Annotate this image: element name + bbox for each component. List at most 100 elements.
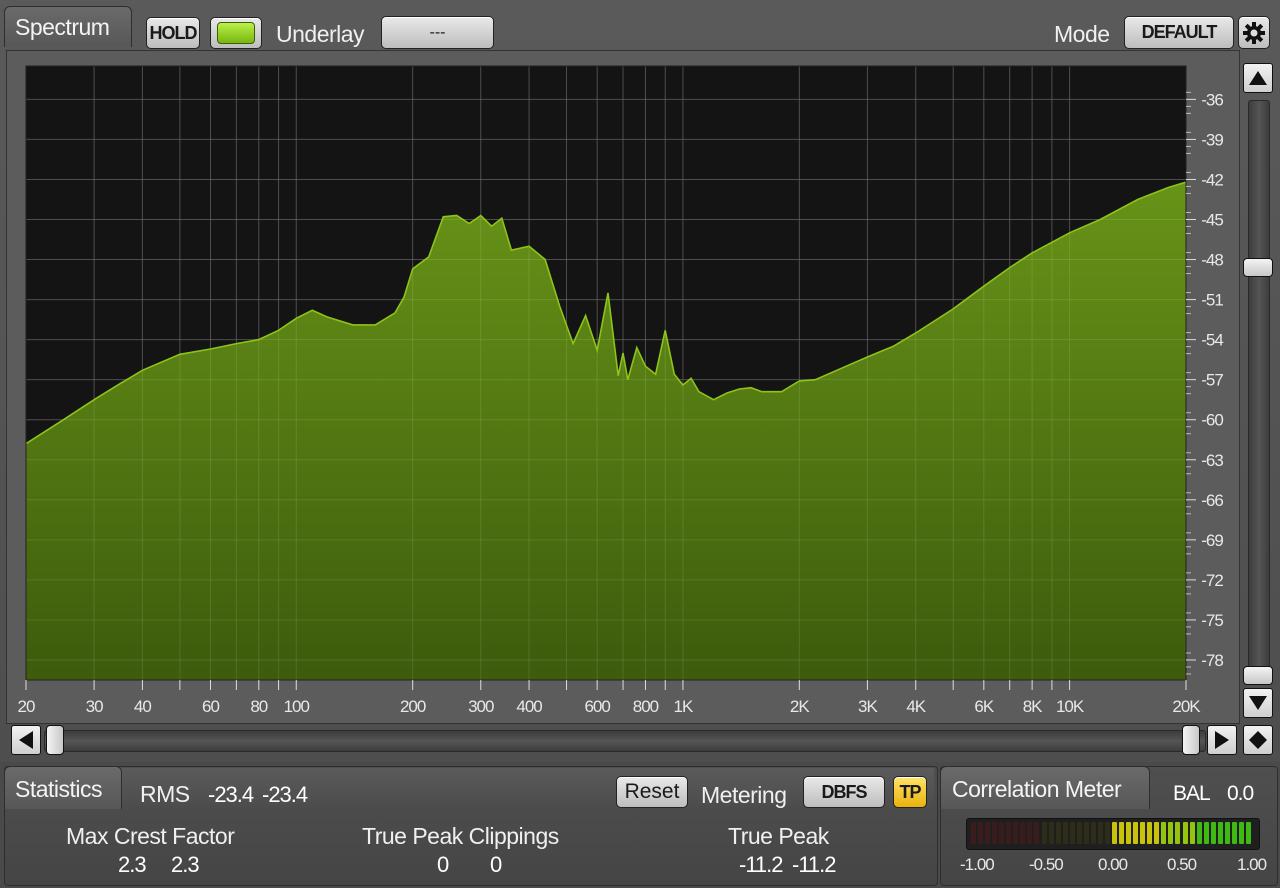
correlation-segment — [1076, 822, 1082, 844]
triangle-up-icon — [1249, 71, 1267, 85]
true-peak-label: True Peak — [728, 823, 829, 849]
true-peak-toggle[interactable]: TP — [893, 776, 927, 808]
correlation-scale-0-5: 0.50 — [1167, 855, 1197, 874]
x-tick-label: 3K — [858, 697, 878, 716]
correlation-segment — [1083, 822, 1089, 844]
correlation-segment — [1245, 822, 1251, 844]
correlation-tab[interactable]: Correlation Meter — [940, 766, 1150, 809]
correlation-segment — [1027, 822, 1033, 844]
correlation-segment — [1090, 822, 1096, 844]
correlation-segment — [1133, 822, 1139, 844]
metering-label: Metering — [701, 782, 787, 808]
correlation-tab-label: Correlation Meter — [952, 776, 1122, 802]
correlation-segment — [1069, 822, 1075, 844]
y-tick-label: -75 — [1201, 611, 1223, 630]
x-tick-label: 4K — [906, 697, 926, 716]
correlation-segment — [992, 822, 998, 844]
scroll-down-button[interactable] — [1243, 688, 1273, 718]
correlation-meter-segments — [971, 822, 1253, 844]
y-tick-label: -66 — [1201, 491, 1223, 510]
correlation-segment — [1119, 822, 1125, 844]
spectrum-plot[interactable]: -36 -39 -42 -45 -48 -51 -54 -57 -60 -63 -66 -69 -72 -… — [0, 0, 1280, 888]
true-peak-toggle-label: TP — [899, 782, 921, 802]
y-tick-label: -63 — [1201, 451, 1223, 470]
x-tick-label: 100 — [284, 697, 310, 716]
correlation-segment — [1055, 822, 1061, 844]
x-tick-label: 2K — [790, 697, 810, 716]
max-crest-right-value: 2.3 — [171, 852, 200, 877]
vertical-scroll-handle-top[interactable] — [1243, 258, 1273, 277]
metering-select-value: DBFS — [821, 782, 868, 802]
correlation-segment — [1203, 822, 1209, 844]
scroll-up-button[interactable] — [1243, 63, 1273, 93]
true-peak-clippings-left-value: 0 — [437, 852, 449, 877]
correlation-segment — [1097, 822, 1103, 844]
balance-value: 0.0 — [1227, 782, 1254, 805]
correlation-segment — [978, 822, 984, 844]
x-tick-label: 1K — [674, 697, 694, 716]
correlation-segment — [1210, 822, 1216, 844]
correlation-segment — [1034, 822, 1040, 844]
correlation-segment — [1238, 822, 1244, 844]
x-tick-label: 800 — [633, 697, 659, 716]
vertical-scroll-track[interactable] — [1248, 100, 1270, 684]
metering-select[interactable]: DBFS — [803, 776, 885, 808]
correlation-scale-minus-0-5: -0.50 — [1029, 855, 1064, 874]
horizontal-scroll-track[interactable] — [44, 730, 1206, 752]
rms-right-value: -23.4 — [262, 782, 308, 807]
correlation-scale-0: 0.00 — [1098, 855, 1128, 874]
true-peak-left-value: -11.2 — [739, 852, 784, 877]
correlation-segment — [1126, 822, 1132, 844]
triangle-right-icon — [1215, 731, 1229, 749]
correlation-segment — [1161, 822, 1167, 844]
y-tick-label: -54 — [1201, 331, 1223, 350]
correlation-segment — [1104, 822, 1110, 844]
correlation-segment — [1196, 822, 1202, 844]
correlation-segment — [1006, 822, 1012, 844]
true-peak-clippings-label: True Peak Clippings — [362, 823, 559, 849]
y-tick-label: -36 — [1201, 90, 1223, 109]
scroll-left-button[interactable] — [11, 725, 41, 755]
correlation-segment — [1020, 822, 1026, 844]
horizontal-scroll-handle-right[interactable] — [1182, 725, 1200, 755]
y-tick-label: -42 — [1201, 170, 1223, 189]
statistics-tab[interactable]: Statistics — [4, 766, 122, 809]
y-tick-label: -69 — [1201, 531, 1223, 550]
correlation-scale-minus-1: -1.00 — [960, 855, 995, 874]
x-tick-label: 600 — [584, 697, 610, 716]
max-crest-label: Max Crest Factor — [66, 823, 235, 849]
correlation-segment — [1231, 822, 1237, 844]
correlation-segment — [1140, 822, 1146, 844]
reset-button[interactable]: Reset — [616, 776, 688, 808]
horizontal-scroll-handle-left[interactable] — [46, 725, 64, 755]
reset-button-label: Reset — [624, 780, 680, 803]
triangle-left-icon — [19, 731, 33, 749]
true-peak-right-value: -11.2 — [792, 852, 837, 877]
x-tick-label: 80 — [250, 697, 267, 716]
y-tick-label: -51 — [1201, 291, 1223, 310]
diamond-icon — [1249, 731, 1267, 749]
x-tick-label: 60 — [202, 697, 219, 716]
correlation-segment — [1168, 822, 1174, 844]
x-tick-label: 20 — [18, 697, 35, 716]
correlation-segment — [1224, 822, 1230, 844]
rms-label: RMS — [140, 781, 190, 807]
correlation-segment — [1041, 822, 1047, 844]
balance-label: BAL — [1173, 782, 1211, 805]
x-tick-label: 300 — [468, 697, 494, 716]
x-tick-label: 200 — [400, 697, 426, 716]
scroll-right-button[interactable] — [1207, 725, 1237, 755]
zoom-fit-button[interactable] — [1243, 725, 1273, 755]
x-tick-label: 40 — [134, 697, 151, 716]
true-peak-clippings-right-value: 0 — [490, 852, 502, 877]
rms-left-value: -23.4 — [208, 782, 254, 807]
x-tick-label: 10K — [1056, 697, 1085, 716]
x-tick-label: 6K — [974, 697, 994, 716]
correlation-segment — [999, 822, 1005, 844]
y-tick-label: -39 — [1201, 130, 1223, 149]
correlation-scale-1: 1.00 — [1237, 855, 1267, 874]
correlation-segment — [1013, 822, 1019, 844]
x-tick-label: 30 — [86, 697, 103, 716]
x-tick-label: 8K — [1023, 697, 1043, 716]
vertical-scroll-handle-bottom[interactable] — [1243, 666, 1273, 685]
